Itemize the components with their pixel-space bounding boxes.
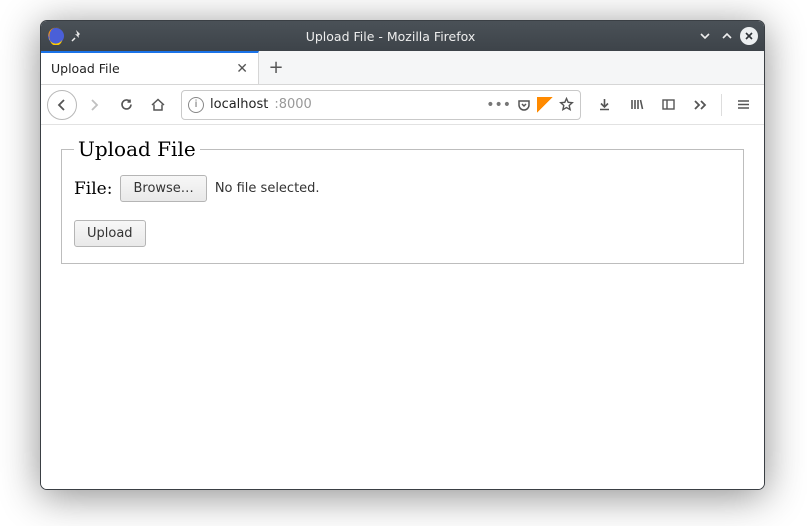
pocket-icon[interactable]	[517, 98, 531, 112]
url-host: localhost	[210, 97, 268, 112]
firefox-window: Upload File - Mozilla Firefox Upload Fil…	[40, 20, 765, 490]
home-button[interactable]	[143, 90, 173, 120]
extension-icon[interactable]	[537, 97, 553, 113]
forward-button[interactable]	[79, 90, 109, 120]
toolbar-separator	[721, 94, 722, 116]
page-content: Upload File File: Browse… No file select…	[41, 125, 764, 489]
firefox-icon	[47, 27, 65, 45]
maximize-button[interactable]	[718, 27, 736, 45]
tab-close-icon[interactable]: ✕	[236, 61, 248, 77]
file-label: File:	[74, 179, 112, 199]
bookmark-star-icon[interactable]	[559, 97, 574, 112]
back-button[interactable]	[47, 90, 77, 120]
file-status-text: No file selected.	[215, 181, 320, 196]
upload-fieldset: Upload File File: Browse… No file select…	[61, 137, 744, 264]
navigation-toolbar: i localhost :8000 •••	[41, 85, 764, 125]
url-port: :8000	[274, 97, 311, 112]
fieldset-legend: Upload File	[74, 137, 200, 161]
tab-bar: Upload File ✕ +	[41, 51, 764, 85]
browser-tab[interactable]: Upload File ✕	[41, 51, 259, 84]
upload-button[interactable]: Upload	[74, 220, 146, 247]
browse-button[interactable]: Browse…	[120, 175, 206, 202]
sidebar-button[interactable]	[653, 90, 683, 120]
url-bar[interactable]: i localhost :8000 •••	[181, 90, 581, 120]
hamburger-menu-button[interactable]	[728, 90, 758, 120]
page-action-more-icon[interactable]: •••	[486, 97, 511, 113]
downloads-button[interactable]	[589, 90, 619, 120]
tab-title: Upload File	[51, 61, 230, 76]
reload-button[interactable]	[111, 90, 141, 120]
minimize-button[interactable]	[696, 27, 714, 45]
new-tab-button[interactable]: +	[259, 51, 293, 84]
titlebar: Upload File - Mozilla Firefox	[41, 21, 764, 51]
site-info-icon[interactable]: i	[188, 97, 204, 113]
library-button[interactable]	[621, 90, 651, 120]
window-title: Upload File - Mozilla Firefox	[89, 29, 692, 44]
close-button[interactable]	[740, 27, 758, 45]
overflow-button[interactable]	[685, 90, 715, 120]
pin-icon[interactable]	[71, 30, 83, 42]
